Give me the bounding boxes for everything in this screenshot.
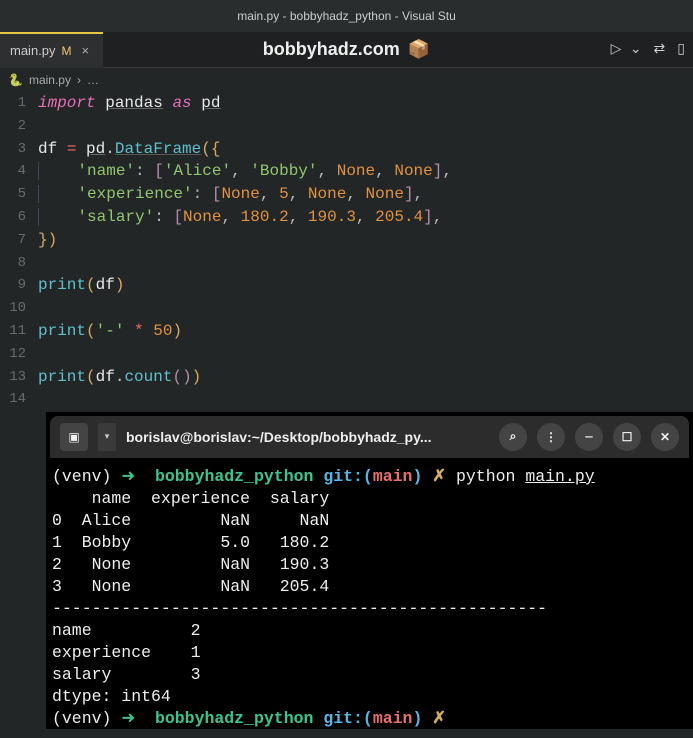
code-line: 'salary': [None, 180.2, 190.3, 205.4],: [38, 206, 685, 229]
prompt-git: git:(: [323, 709, 373, 728]
more-icon[interactable]: ▯: [677, 41, 685, 58]
close-icon[interactable]: ×: [78, 43, 94, 58]
code-line: [38, 388, 685, 411]
terminal-body[interactable]: (venv) ➜ bobbyhadz_python git:(main) ✗ p…: [46, 458, 693, 738]
prompt-venv: (venv): [52, 467, 111, 486]
prompt-git: git:(: [323, 467, 373, 486]
terminal-output-line: salary 3: [52, 665, 201, 684]
terminal-output-line: dtype: int64: [52, 687, 171, 706]
terminal-title: borislav@borislav:~/Desktop/bobbyhadz_py…: [126, 429, 489, 445]
line-number: 11: [0, 320, 26, 343]
code-line: 'experience': [None, 5, None, None],: [38, 183, 685, 206]
line-number-gutter: 1 2 3 4 5 6 7 8 9 10 11 12 13 14: [0, 92, 38, 411]
package-icon: 📦: [408, 39, 430, 60]
line-number: 10: [0, 297, 26, 320]
search-icon[interactable]: ⌕: [499, 423, 527, 451]
prompt-dirty-icon: ✗: [432, 709, 446, 728]
prompt-dirty-icon: ✗: [432, 467, 446, 486]
compare-icon[interactable]: ⇄: [654, 41, 666, 58]
line-number: 2: [0, 115, 26, 138]
line-number: 12: [0, 343, 26, 366]
breadcrumb[interactable]: 🐍 main.py › …: [0, 68, 693, 92]
minimize-icon[interactable]: —: [575, 423, 603, 451]
prompt-arrow-icon: ➜: [121, 709, 135, 728]
window-title: main.py - bobbyhadz_python - Visual Stu: [237, 9, 456, 23]
play-icon: ▷: [611, 42, 622, 58]
terminal-output-line: 3 None NaN 205.4: [52, 577, 329, 596]
prompt-command: python: [456, 467, 515, 486]
breadcrumb-separator: ›: [77, 73, 81, 87]
line-number: 3: [0, 138, 26, 161]
line-number: 8: [0, 252, 26, 275]
prompt-dir: bobbyhadz_python: [155, 467, 313, 486]
terminal-output-line: ----------------------------------------…: [52, 599, 547, 618]
line-number: 14: [0, 388, 26, 411]
maximize-icon[interactable]: ☐: [613, 423, 641, 451]
terminal-dropdown[interactable]: ▾: [98, 423, 116, 451]
code-line: }): [38, 229, 685, 252]
tab-filename: main.py: [10, 43, 56, 58]
breadcrumb-file: main.py: [29, 73, 71, 87]
line-number: 1: [0, 92, 26, 115]
code-content[interactable]: import pandas as pd df = pd.DataFrame({ …: [38, 92, 693, 411]
prompt-venv: (venv): [52, 709, 111, 728]
code-line: print('-' * 50): [38, 320, 685, 343]
code-line: [38, 297, 685, 320]
tab-dirty-indicator: M: [62, 44, 72, 58]
close-icon[interactable]: ✕: [651, 423, 679, 451]
branding: bobbyhadz.com 📦: [263, 39, 430, 60]
prompt-filename: main.py: [525, 467, 594, 486]
line-number: 4: [0, 160, 26, 183]
run-button[interactable]: ▷ ⌄: [611, 41, 642, 58]
prompt-git-close: ): [412, 709, 422, 728]
line-number: 9: [0, 274, 26, 297]
line-number: 5: [0, 183, 26, 206]
prompt-branch: main: [373, 467, 413, 486]
prompt-branch: main: [373, 709, 413, 728]
line-number: 7: [0, 229, 26, 252]
terminal-panel: ▣ ▾ borislav@borislav:~/Desktop/bobbyhad…: [46, 412, 693, 729]
code-line: [38, 252, 685, 275]
run-controls: ▷ ⌄ ⇄ ▯: [611, 41, 685, 58]
code-line: print(df.count()): [38, 366, 685, 389]
terminal-output-line: name 2: [52, 621, 201, 640]
terminal-output-line: 0 Alice NaN NaN: [52, 511, 329, 530]
prompt-git-close: ): [412, 467, 422, 486]
tab-main-py[interactable]: main.py M ×: [0, 32, 103, 68]
line-number: 6: [0, 206, 26, 229]
code-line: df = pd.DataFrame({: [38, 138, 685, 161]
new-tab-button[interactable]: ▣: [60, 423, 88, 451]
breadcrumb-ellipsis: …: [87, 73, 99, 87]
window-title-bar: main.py - bobbyhadz_python - Visual Stu: [0, 0, 693, 32]
menu-icon[interactable]: ⋮: [537, 423, 565, 451]
code-line: print(df): [38, 274, 685, 297]
code-editor[interactable]: 1 2 3 4 5 6 7 8 9 10 11 12 13 14 import …: [0, 92, 693, 411]
editor-tab-bar: main.py M × bobbyhadz.com 📦 ▷ ⌄ ⇄ ▯: [0, 32, 693, 68]
code-line: [38, 115, 685, 138]
code-line: [38, 343, 685, 366]
prompt-arrow-icon: ➜: [121, 467, 135, 486]
terminal-output-line: experience 1: [52, 643, 201, 662]
code-line: 'name': ['Alice', 'Bobby', None, None],: [38, 160, 685, 183]
chevron-down-icon: ⌄: [630, 42, 642, 58]
prompt-dir: bobbyhadz_python: [155, 709, 313, 728]
line-number: 13: [0, 366, 26, 389]
terminal-output-line: 1 Bobby 5.0 180.2: [52, 533, 329, 552]
terminal-output-line: name experience salary: [52, 489, 329, 508]
python-file-icon: 🐍: [8, 73, 23, 87]
branding-text: bobbyhadz.com: [263, 39, 400, 60]
terminal-header: ▣ ▾ borislav@borislav:~/Desktop/bobbyhad…: [50, 416, 689, 458]
terminal-output-line: 2 None NaN 190.3: [52, 555, 329, 574]
code-line: import pandas as pd: [38, 92, 685, 115]
